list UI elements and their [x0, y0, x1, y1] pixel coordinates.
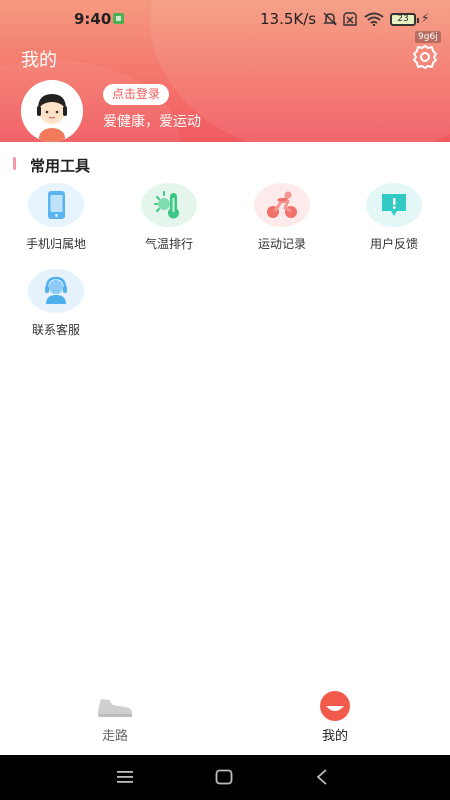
charging-icon: ⚡: [421, 11, 430, 25]
section-title: 常用工具: [30, 157, 91, 175]
tool-label: 手机归属地: [25, 237, 86, 251]
login-button[interactable]: 点击登录: [103, 84, 170, 105]
tool-label: 联系客服: [31, 323, 80, 337]
wifi-icon: [364, 12, 384, 26]
bottom-tab-bar: 走路 我的: [0, 683, 450, 755]
tool-icon-bg: [366, 183, 422, 227]
page-title: 我的: [21, 50, 57, 71]
tool-temperature-ranking[interactable]: 气温排行: [124, 183, 214, 252]
battery-icon: 23: [390, 13, 419, 26]
battery-level: 23: [397, 14, 409, 24]
avatar[interactable]: [21, 80, 83, 142]
cycling-icon: [267, 191, 297, 218]
profile-face-icon: [320, 691, 350, 721]
tool-user-feedback[interactable]: 用户反馈: [349, 183, 439, 252]
tool-label: 气温排行: [144, 237, 193, 251]
section-marker: [13, 157, 16, 170]
shoe-icon: [98, 699, 132, 717]
tab-label: 走路: [101, 729, 128, 744]
customer-service-icon: [45, 276, 67, 304]
phone-icon: [48, 191, 65, 219]
menu-icon[interactable]: [116, 770, 134, 784]
tool-icon-bg: [28, 269, 84, 313]
tool-label: 运动记录: [257, 237, 306, 251]
mute-icon: [323, 12, 337, 26]
tab-mine[interactable]: 我的: [275, 683, 395, 755]
settings-gear-icon[interactable]: [411, 43, 439, 71]
avatar-face-icon: [21, 80, 83, 142]
back-icon[interactable]: [315, 769, 329, 785]
profile-header: 9:40 13.5K/s 23 ⚡ 我的 9g6j 点击登录 爱健康，爱运动: [0, 0, 450, 142]
status-time: 9:40: [74, 10, 112, 28]
tab-label: 我的: [321, 729, 348, 744]
thermometer-icon: [154, 191, 179, 219]
no-sim-icon: [343, 12, 357, 26]
tab-walk[interactable]: 走路: [55, 683, 175, 755]
tool-exercise-record[interactable]: 运动记录: [237, 183, 327, 252]
tool-customer-service[interactable]: 联系客服: [11, 269, 101, 338]
tool-icon-bg: [28, 183, 84, 227]
version-tag: 9g6j: [415, 31, 441, 43]
feedback-icon: [382, 194, 406, 216]
system-navigation-bar: [0, 755, 450, 800]
home-icon[interactable]: [215, 769, 233, 785]
sim-icon: [113, 13, 124, 24]
tool-label: 用户反馈: [369, 237, 418, 251]
tool-phone-location[interactable]: 手机归属地: [11, 183, 101, 252]
slogan-text: 爱健康，爱运动: [103, 114, 201, 130]
tool-icon-bg: [141, 183, 197, 227]
network-speed: 13.5K/s: [260, 10, 317, 28]
tool-icon-bg: [254, 183, 310, 227]
status-bar: 9:40 13.5K/s 23 ⚡: [0, 0, 450, 38]
